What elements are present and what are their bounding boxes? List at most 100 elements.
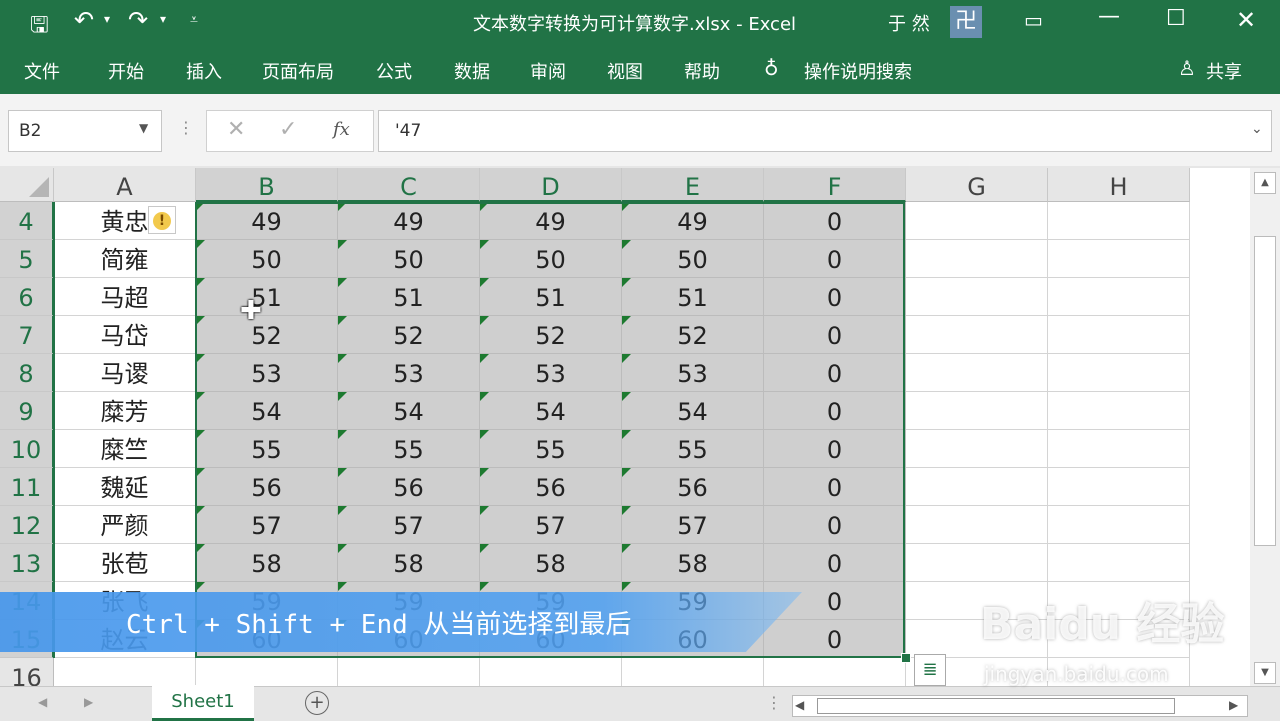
customize-qat-icon[interactable]: ⩡ xyxy=(190,12,198,28)
cell-c6[interactable]: 51 xyxy=(338,278,480,316)
row-header[interactable]: 7 xyxy=(0,316,54,354)
row-header[interactable]: 10 xyxy=(0,430,54,468)
user-name[interactable]: 于 然 xyxy=(888,10,930,36)
cell-b13[interactable]: 58 xyxy=(196,544,338,582)
cell-b12[interactable]: 57 xyxy=(196,506,338,544)
cell-a11[interactable]: 魏延 xyxy=(54,468,196,506)
cell-g11[interactable] xyxy=(906,468,1048,506)
add-sheet-icon[interactable]: + xyxy=(305,691,329,715)
cell-a6[interactable]: 马超 xyxy=(54,278,196,316)
cell-d13[interactable]: 58 xyxy=(480,544,622,582)
cell-h8[interactable] xyxy=(1048,354,1190,392)
cell-b7[interactable]: 52 xyxy=(196,316,338,354)
select-all-corner[interactable] xyxy=(0,168,54,202)
cell-g13[interactable] xyxy=(906,544,1048,582)
column-header-b[interactable]: B xyxy=(196,168,338,202)
cell-d10[interactable]: 55 xyxy=(480,430,622,468)
cell-a13[interactable]: 张苞 xyxy=(54,544,196,582)
cell-f6[interactable]: 0 xyxy=(764,278,906,316)
cell-f11[interactable]: 0 xyxy=(764,468,906,506)
cell-h7[interactable] xyxy=(1048,316,1190,354)
save-icon[interactable]: 🖫 xyxy=(30,8,49,46)
tab-home[interactable]: 开始 xyxy=(108,58,144,84)
row-header[interactable]: 8 xyxy=(0,354,54,392)
cell-d9[interactable]: 54 xyxy=(480,392,622,430)
tab-page-layout[interactable]: 页面布局 xyxy=(262,58,334,84)
fill-handle[interactable] xyxy=(901,653,911,663)
insert-function-button[interactable]: fx xyxy=(333,119,350,140)
cell-b5[interactable]: 50 xyxy=(196,240,338,278)
cell-g10[interactable] xyxy=(906,430,1048,468)
column-header-a[interactable]: A xyxy=(54,168,196,202)
column-header-h[interactable]: H xyxy=(1048,168,1190,202)
minimize-icon[interactable]: — xyxy=(1098,4,1120,29)
column-header-c[interactable]: C xyxy=(338,168,480,202)
horizontal-scrollbar[interactable]: ◀ ▶ xyxy=(792,695,1248,717)
cell-f4[interactable]: 0 xyxy=(764,202,906,240)
cell-g8[interactable] xyxy=(906,354,1048,392)
row-header[interactable]: 4 xyxy=(0,202,54,240)
row-header[interactable]: 5 xyxy=(0,240,54,278)
cell-a12[interactable]: 严颜 xyxy=(54,506,196,544)
redo-dropdown-icon[interactable]: ▾ xyxy=(160,12,166,26)
formula-input[interactable]: '47 ⌄ xyxy=(378,110,1272,152)
cell-g12[interactable] xyxy=(906,506,1048,544)
cell-f7[interactable]: 0 xyxy=(764,316,906,354)
cell-a5[interactable]: 简雍 xyxy=(54,240,196,278)
cell-b4[interactable]: 49 xyxy=(196,202,338,240)
vertical-scrollbar[interactable]: ▲ ▼ xyxy=(1250,168,1280,686)
horizontal-scroll-thumb[interactable] xyxy=(817,698,1175,714)
cell-h5[interactable] xyxy=(1048,240,1190,278)
cell-c16[interactable] xyxy=(338,658,480,686)
cell-c10[interactable]: 55 xyxy=(338,430,480,468)
row-header[interactable]: 6 xyxy=(0,278,54,316)
next-sheet-icon[interactable]: ▶ xyxy=(84,695,93,709)
cell-b10[interactable]: 55 xyxy=(196,430,338,468)
cell-h10[interactable] xyxy=(1048,430,1190,468)
select-all-icon[interactable] xyxy=(29,177,49,197)
column-header-g[interactable]: G xyxy=(906,168,1048,202)
cell-d12[interactable]: 57 xyxy=(480,506,622,544)
tab-data[interactable]: 数据 xyxy=(454,58,490,84)
ribbon-display-icon[interactable]: ▭ xyxy=(1024,8,1043,32)
cell-g5[interactable] xyxy=(906,240,1048,278)
scroll-right-icon[interactable]: ▶ xyxy=(1229,698,1238,712)
error-checking-button[interactable]: ! xyxy=(148,206,176,234)
cell-b11[interactable]: 56 xyxy=(196,468,338,506)
cell-c13[interactable]: 58 xyxy=(338,544,480,582)
cell-e9[interactable]: 54 xyxy=(622,392,764,430)
cell-e6[interactable]: 51 xyxy=(622,278,764,316)
cell-e16[interactable] xyxy=(622,658,764,686)
cell-f8[interactable]: 0 xyxy=(764,354,906,392)
cell-a8[interactable]: 马谡 xyxy=(54,354,196,392)
splitter-icon[interactable]: ⋮ xyxy=(766,693,782,712)
cell-b8[interactable]: 53 xyxy=(196,354,338,392)
tab-view[interactable]: 视图 xyxy=(607,58,643,84)
cell-h9[interactable] xyxy=(1048,392,1190,430)
vertical-scroll-thumb[interactable] xyxy=(1254,236,1276,546)
cell-d5[interactable]: 50 xyxy=(480,240,622,278)
cell-a9[interactable]: 糜芳 xyxy=(54,392,196,430)
column-header-f[interactable]: F xyxy=(764,168,906,202)
cell-c9[interactable]: 54 xyxy=(338,392,480,430)
cell-f16[interactable] xyxy=(764,658,906,686)
cell-d8[interactable]: 53 xyxy=(480,354,622,392)
cancel-icon[interactable]: ✕ xyxy=(227,117,245,142)
row-header[interactable]: 13 xyxy=(0,544,54,582)
cell-f13[interactable]: 0 xyxy=(764,544,906,582)
cell-a16[interactable] xyxy=(54,658,196,686)
cell-g4[interactable] xyxy=(906,202,1048,240)
share-icon[interactable]: ♙ xyxy=(1178,56,1196,80)
undo-icon[interactable]: ↶ xyxy=(74,6,94,34)
cell-d7[interactable]: 52 xyxy=(480,316,622,354)
cell-c7[interactable]: 52 xyxy=(338,316,480,354)
column-header-d[interactable]: D xyxy=(480,168,622,202)
column-header-e[interactable]: E xyxy=(622,168,764,202)
cell-d16[interactable] xyxy=(480,658,622,686)
chevron-down-icon[interactable]: ▼ xyxy=(139,121,148,135)
maximize-icon[interactable]: ☐ xyxy=(1166,6,1186,31)
cell-e10[interactable]: 55 xyxy=(622,430,764,468)
quick-analysis-icon[interactable]: ≣ xyxy=(914,654,946,686)
cell-h12[interactable] xyxy=(1048,506,1190,544)
cell-c5[interactable]: 50 xyxy=(338,240,480,278)
